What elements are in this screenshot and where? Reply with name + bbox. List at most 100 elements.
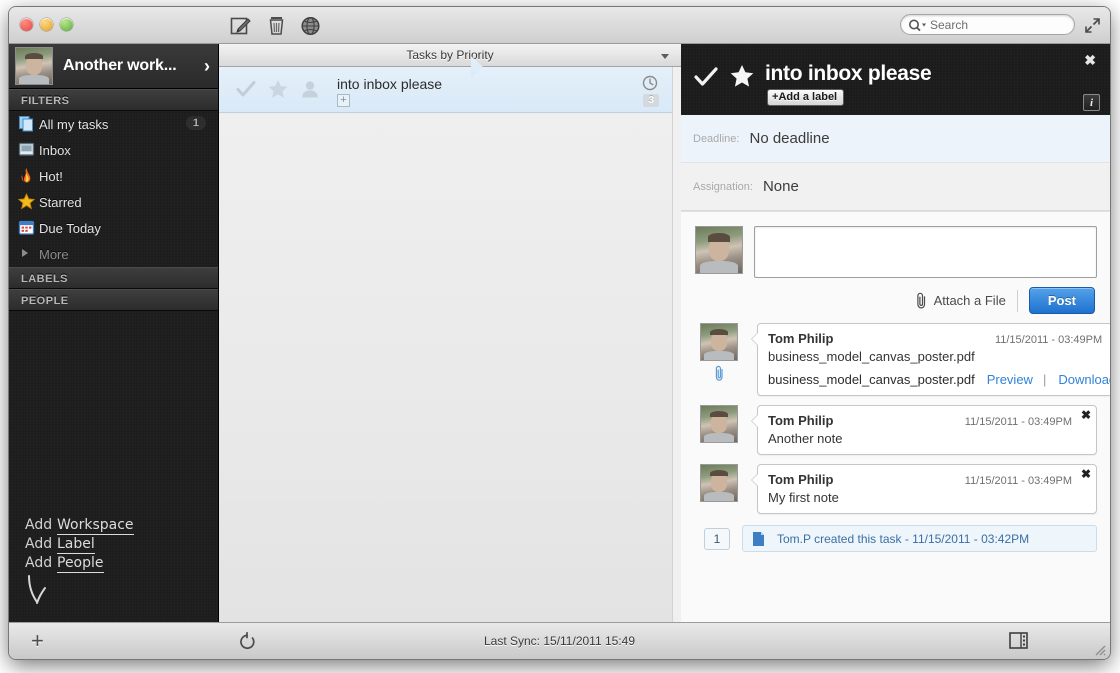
sidebar-item-label: Due Today (39, 220, 101, 236)
add-label-button[interactable]: + (337, 94, 350, 107)
note-bubble: ✖ Tom Philip 11/15/2011 - 03:49PM busine… (750, 323, 1110, 396)
note-author: Tom Philip (768, 413, 834, 428)
info-icon[interactable]: i (1083, 94, 1100, 111)
check-icon[interactable] (235, 78, 257, 100)
sidebar-item-label: Hot! (39, 168, 63, 184)
sidebar-item-label: Starred (39, 194, 82, 210)
delete-note-icon[interactable]: ✖ (1081, 408, 1091, 422)
add-people-link[interactable]: People (57, 555, 104, 573)
person-icon[interactable] (299, 78, 321, 100)
task-list-scrollbar[interactable] (672, 67, 681, 622)
assignation-row[interactable]: Assignation: None (681, 163, 1110, 211)
add-label-link[interactable]: Label (57, 536, 95, 554)
sidebar-item-inbox[interactable]: Inbox (9, 137, 218, 163)
avatar (700, 405, 738, 443)
document-icon (752, 531, 765, 547)
sidebar: Another work... › FILTERS All my tasks 1 (9, 44, 219, 622)
note-author: Tom Philip (768, 472, 834, 487)
activity-row: 1 Tom.P created this task - 11/15/2011 -… (704, 525, 1097, 552)
delete-note-icon[interactable]: ✖ (1081, 467, 1091, 481)
sidebar-item-label: All my tasks (39, 116, 109, 132)
calendar-icon (18, 219, 35, 236)
activity-count-badge: 1 (704, 527, 730, 550)
sidebar-item-starred[interactable]: Starred (9, 189, 218, 215)
task-list-header[interactable]: Tasks by Priority (219, 44, 681, 67)
task-list-title: Tasks by Priority (406, 48, 494, 62)
notes-scroll-area: Attach a File Post Tom Philip 11/15/2011… (681, 211, 1110, 622)
avatar (15, 47, 53, 85)
note-author: Tom Philip (768, 331, 834, 346)
activity-text: Tom.P created this task - 11/15/2011 - 0… (777, 531, 1030, 546)
attachment-preview-link[interactable]: Preview (987, 372, 1033, 387)
check-icon[interactable] (693, 64, 719, 90)
sidebar-item-label: More (39, 246, 69, 262)
content-area: Another work... › FILTERS All my tasks 1 (9, 44, 1110, 622)
task-list-empty-area (219, 114, 681, 622)
comment-input[interactable] (754, 226, 1097, 278)
search-field[interactable] (900, 14, 1075, 35)
tasks-icon (18, 115, 35, 132)
chevron-right-icon: › (204, 56, 210, 76)
deadline-label: Deadline: (693, 132, 740, 145)
note-timestamp: 11/15/2011 - 03:49PM (964, 416, 1072, 428)
task-list-item[interactable]: into inbox please + 3 (219, 67, 681, 113)
star-icon[interactable] (267, 78, 289, 100)
deadline-value: No deadline (749, 130, 830, 147)
activity-entry[interactable]: Tom.P created this task - 11/15/2011 - 0… (742, 525, 1097, 552)
titlebar (9, 7, 1110, 44)
note-text: My first note (768, 490, 839, 505)
add-word: Add (25, 536, 53, 552)
inbox-icon (18, 141, 35, 158)
attachment-filename: business_model_canvas_poster.pdf (768, 372, 975, 387)
attach-file-button[interactable]: Attach a File (934, 293, 1006, 308)
sidebar-item-hot[interactable]: Hot! (9, 163, 218, 189)
chevron-down-icon[interactable] (661, 54, 669, 59)
add-label-text: Add a label (778, 91, 838, 103)
star-icon[interactable] (729, 63, 755, 89)
note-item: ✖ Tom Philip 11/15/2011 - 03:49PM busine… (695, 323, 1110, 396)
deadline-row[interactable]: Deadline: No deadline (681, 115, 1110, 163)
flame-icon (18, 167, 35, 184)
add-word: Add (25, 517, 53, 533)
note-bubble: ✖ Tom Philip 11/15/2011 - 03:49PM Anothe… (751, 405, 1097, 455)
add-workspace-row[interactable]: Add Workspace (25, 517, 134, 535)
compose-icon[interactable] (229, 15, 252, 37)
note-attachment: business_model_canvas_poster.pdf Preview… (768, 372, 1110, 387)
globe-icon[interactable] (299, 15, 322, 37)
add-label-row[interactable]: Add Label (25, 536, 134, 554)
sidebar-item-all-my-tasks[interactable]: All my tasks 1 (9, 111, 218, 137)
status-bar: + Last Sync: 15/11/2011 15:49 (9, 622, 1110, 659)
window-close-button[interactable] (20, 18, 33, 31)
task-detail-panel: into inbox please +Add a label ✖ i Deadl… (681, 44, 1110, 622)
search-icon (908, 18, 928, 33)
clock-icon (642, 75, 658, 91)
add-workspace-link[interactable]: Workspace (57, 517, 134, 535)
detail-header: into inbox please +Add a label ✖ i (681, 44, 1110, 115)
sidebar-item-due-today[interactable]: Due Today (9, 215, 218, 241)
toggle-panel-icon[interactable] (1009, 632, 1028, 649)
workspace-switcher[interactable]: Another work... › (9, 44, 218, 89)
expand-icon[interactable] (1084, 17, 1101, 34)
paperclip-icon (713, 365, 726, 387)
star-icon (17, 192, 36, 210)
window-zoom-button[interactable] (60, 18, 73, 31)
window-minimize-button[interactable] (40, 18, 53, 31)
assignation-value: None (762, 178, 799, 195)
search-input[interactable] (930, 15, 1068, 34)
note-count-badge: 3 (643, 94, 659, 107)
post-button[interactable]: Post (1028, 287, 1095, 314)
triangle-right-icon (22, 249, 28, 257)
app-window: Another work... › FILTERS All my tasks 1 (9, 7, 1110, 659)
note-item: ✖ Tom Philip 11/15/2011 - 03:49PM Anothe… (695, 405, 1097, 455)
divider (1016, 289, 1018, 312)
add-label-button[interactable]: +Add a label (767, 89, 845, 106)
paperclip-icon[interactable] (914, 292, 929, 309)
resize-grip-icon[interactable] (1092, 642, 1106, 656)
trash-icon[interactable] (265, 15, 288, 37)
note-timestamp: 11/15/2011 - 03:49PM (964, 475, 1072, 487)
sidebar-item-more[interactable]: More (9, 241, 218, 267)
add-people-row[interactable]: Add People (25, 555, 134, 573)
attachment-download-link[interactable]: Download (1058, 372, 1110, 387)
add-word: Add (25, 555, 53, 571)
close-icon[interactable]: ✖ (1084, 52, 1096, 69)
